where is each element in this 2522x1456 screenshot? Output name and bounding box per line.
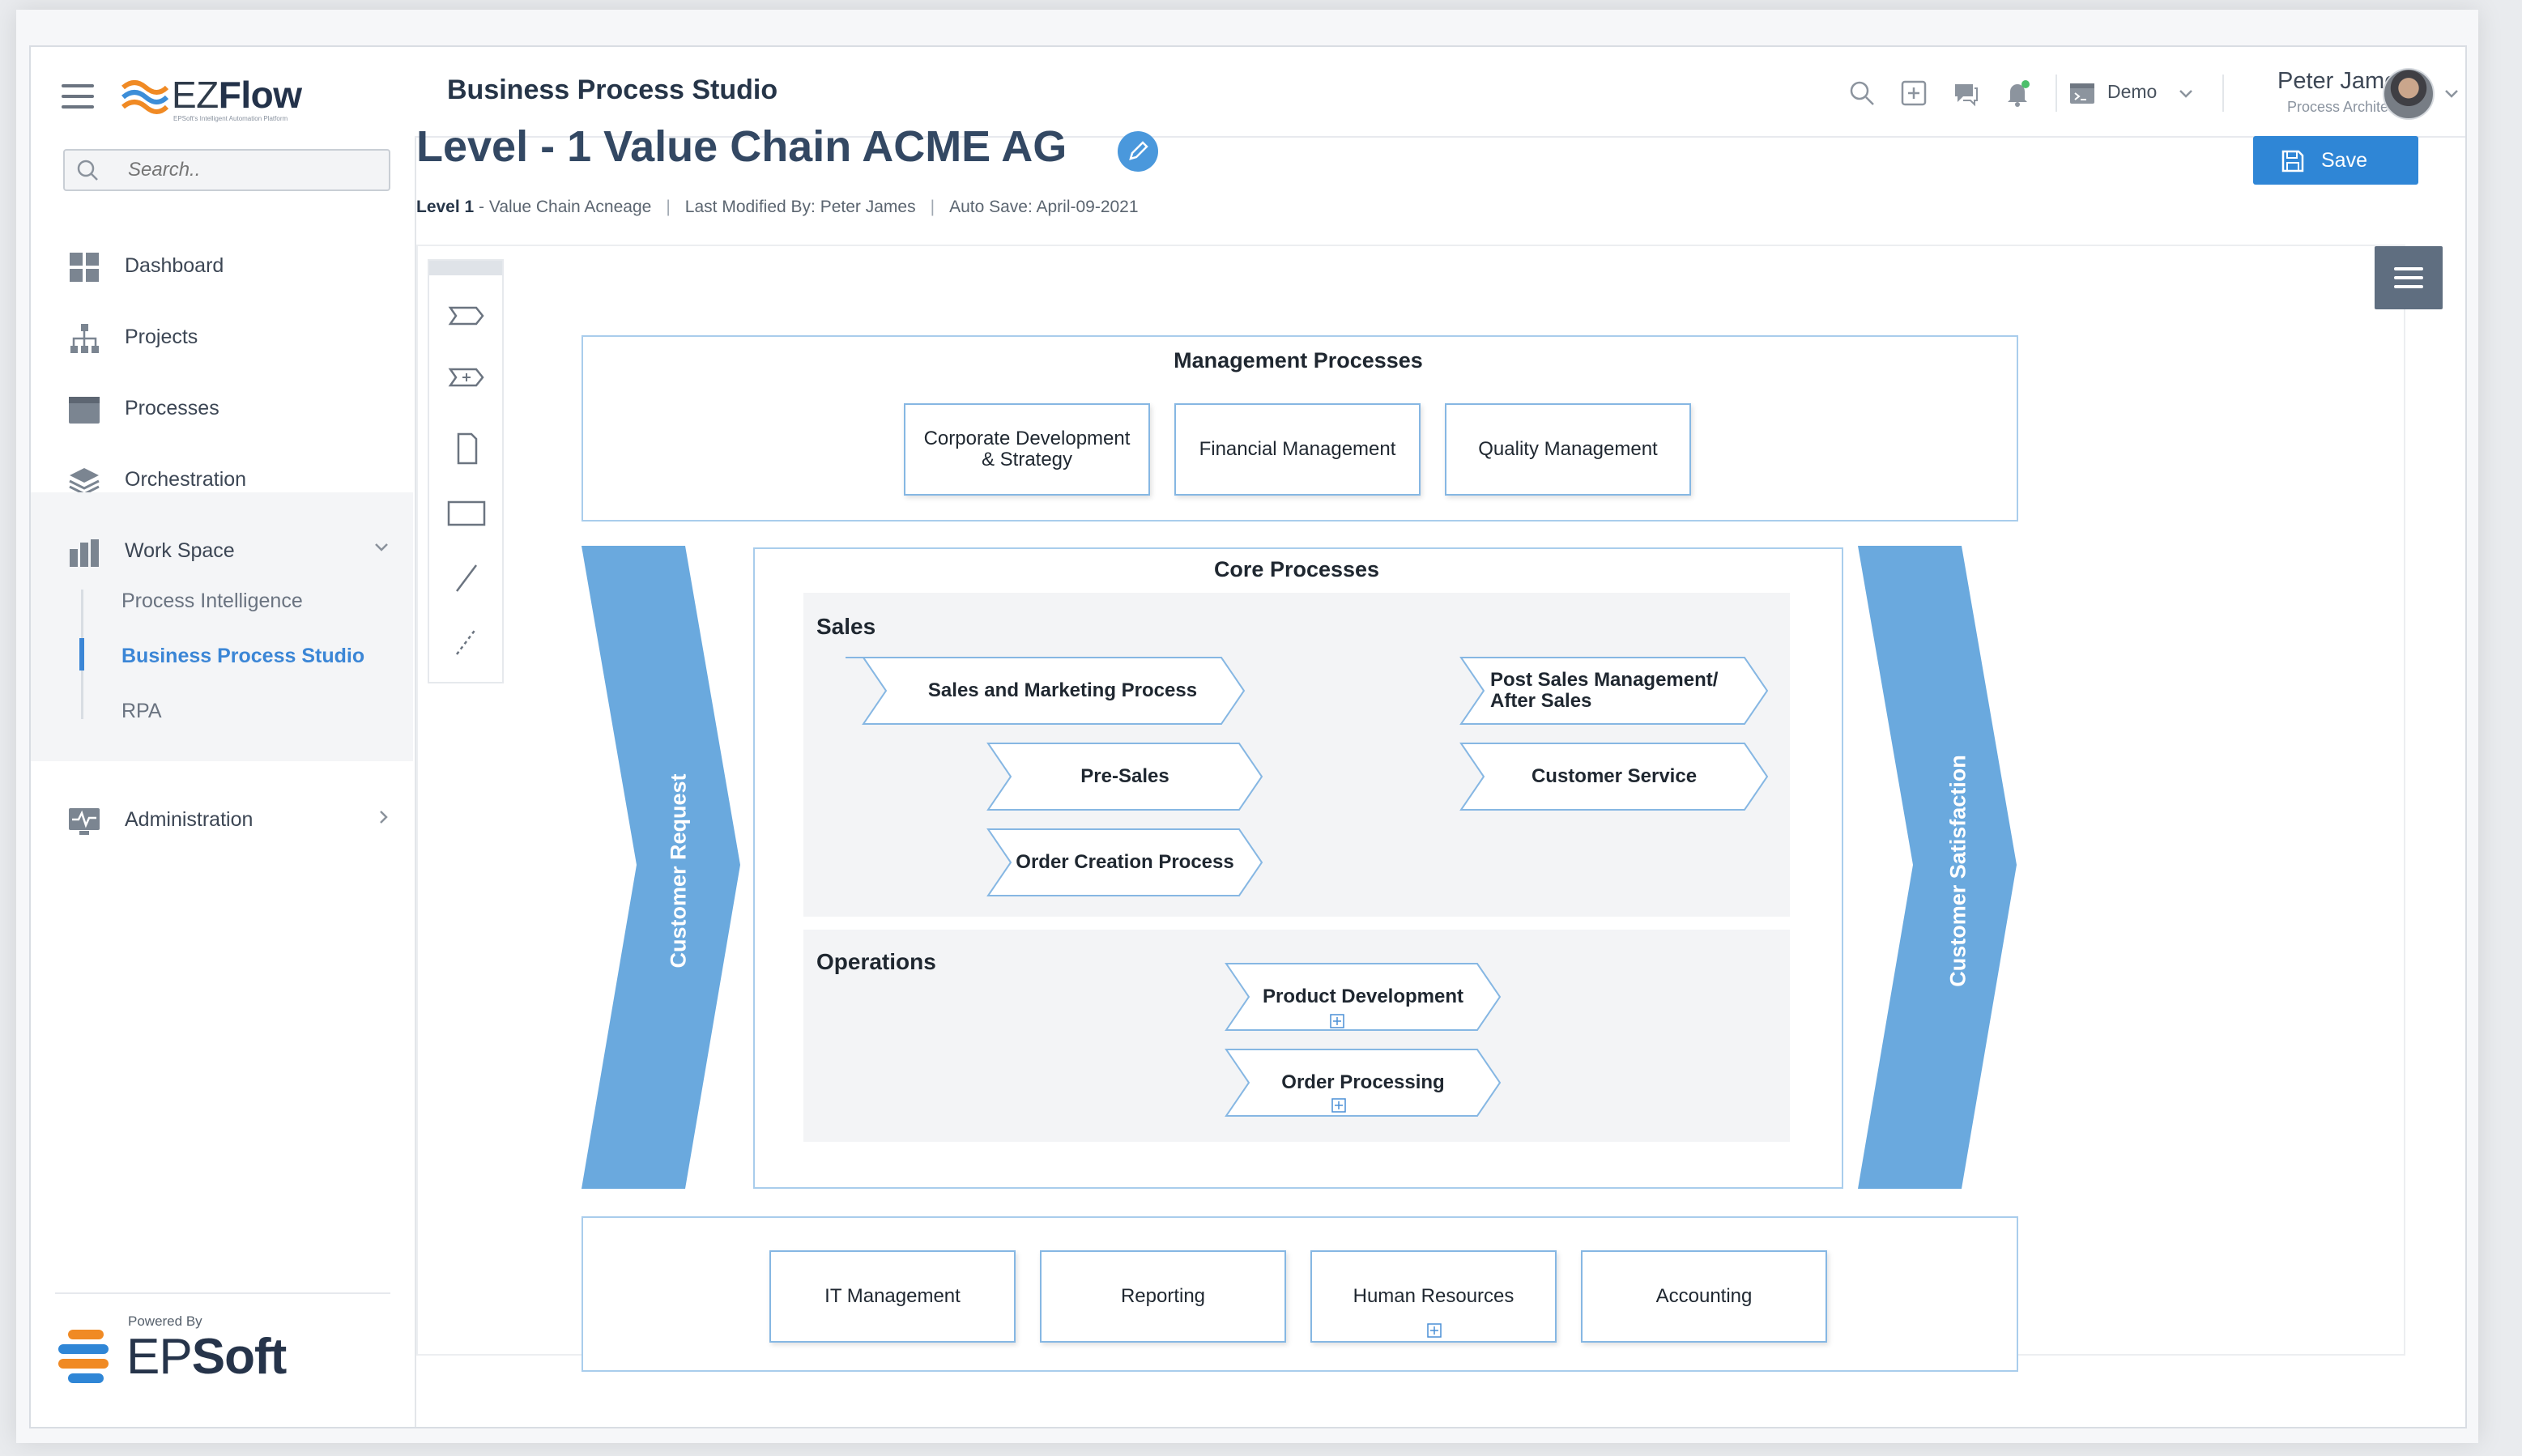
chat-icon[interactable]: [1952, 79, 1979, 107]
expand-subprocess-icon[interactable]: [1427, 1323, 1442, 1338]
logo-tagline: EPSoft's Intelligent Automation Platform: [173, 115, 288, 122]
expand-subprocess-icon[interactable]: [1330, 1014, 1344, 1028]
terminal-icon: [2070, 83, 2094, 104]
sidebar-item-label: Administration: [125, 808, 253, 831]
sidebar: EZFlow EPSoft's Intelligent Automation P…: [31, 47, 416, 1427]
chevron-down-icon[interactable]: [374, 543, 389, 552]
process-box[interactable]: Corporate Development & Strategy: [904, 403, 1150, 496]
divider: [55, 1292, 390, 1294]
search-input[interactable]: [126, 158, 373, 182]
shape-toolbox: [428, 259, 504, 683]
chevron-down-icon[interactable]: [2444, 89, 2459, 99]
edit-title-button[interactable]: [1118, 131, 1158, 172]
sidebar-item-label: Projects: [125, 326, 198, 348]
chevron-right-icon[interactable]: [379, 810, 389, 824]
process-label: Order Processing: [1281, 1071, 1445, 1093]
sidebar-item-label: Dashboard: [125, 254, 224, 277]
process-box[interactable]: Financial Management: [1174, 403, 1421, 496]
process-label: Pre-Sales: [1080, 765, 1169, 787]
customer-satisfaction-arrow[interactable]: [1858, 546, 2017, 1189]
search-box[interactable]: [63, 149, 390, 191]
powered-by-label: Powered By: [128, 1313, 202, 1329]
expand-subprocess-icon[interactable]: [1331, 1098, 1346, 1113]
page-meta: Level 1 - Value Chain Acneage | Last Modif…: [416, 198, 1139, 216]
epsoft-mark-icon: [58, 1330, 109, 1383]
process-label: Product Development: [1262, 986, 1464, 1007]
sidebar-item-workspace[interactable]: Work Space: [31, 522, 413, 578]
process-box[interactable]: Accounting: [1581, 1250, 1827, 1343]
customer-request-label: Customer Request: [666, 773, 691, 969]
customer-satisfaction-label: Customer Satisfaction: [1945, 755, 1970, 987]
floppy-disk-icon: [2281, 150, 2304, 172]
dashed-line-tool-icon[interactable]: [447, 625, 486, 658]
operations-group-title: Operations: [816, 949, 936, 974]
app-title: Business Process Studio: [447, 75, 778, 105]
sidebar-item-administration[interactable]: Administration: [31, 790, 413, 847]
process-label: Sales and Marketing Process: [927, 679, 1198, 701]
add-square-icon[interactable]: [1900, 79, 1928, 107]
epsoft-wordmark: EPSoft: [126, 1329, 287, 1385]
hierarchy-icon: [70, 324, 99, 353]
save-label: Save: [2321, 149, 2367, 172]
management-processes-title: Management Processes: [1174, 348, 1423, 373]
line-tool-icon[interactable]: [447, 562, 486, 594]
canvas-menu-button[interactable]: [2375, 246, 2443, 309]
bell-icon[interactable]: [2004, 79, 2031, 107]
sidebar-item-label: Work Space: [125, 539, 235, 562]
avatar[interactable]: [2383, 68, 2435, 120]
document-tool-icon[interactable]: [447, 432, 486, 465]
process-label: Order Creation Process: [1016, 851, 1234, 873]
process-box[interactable]: Quality Management: [1445, 403, 1691, 496]
submenu-active-marker: [79, 638, 84, 671]
sidebar-subitem-rpa[interactable]: RPA: [121, 700, 162, 723]
hamburger-menu-icon[interactable]: [62, 84, 94, 112]
workspace-icon: [70, 539, 99, 567]
header-divider: [2056, 75, 2057, 112]
search-icon: [77, 160, 98, 181]
logo-wordmark: EZFlow: [172, 74, 302, 116]
chevron-plus-tool-icon[interactable]: [447, 361, 486, 394]
sidebar-item-label: Orchestration: [125, 468, 247, 491]
sidebar-item-processes[interactable]: Processes: [31, 379, 413, 436]
customer-request-arrow[interactable]: [582, 546, 740, 1189]
header-divider: [2222, 75, 2224, 112]
sidebar-subitem-process-intelligence[interactable]: Process Intelligence: [121, 590, 303, 613]
user-role: Process Architect: [2287, 99, 2401, 115]
meta-modified: Last Modified By: Peter James: [684, 198, 916, 216]
sales-group-title: Sales: [816, 614, 876, 639]
chevron-down-icon: [2179, 90, 2192, 98]
toolbox-drag-handle[interactable]: [429, 261, 502, 275]
page-title: Level - 1 Value Chain ACME AG: [416, 122, 1067, 171]
process-box[interactable]: IT Management: [769, 1250, 1016, 1343]
dashboard-grid-icon: [70, 253, 99, 282]
meta-level: Level 1: [416, 198, 475, 216]
sidebar-item-dashboard[interactable]: Dashboard: [31, 236, 413, 293]
core-processes-title: Core Processes: [1213, 557, 1380, 581]
search-icon[interactable]: [1848, 79, 1876, 107]
sidebar-item-projects[interactable]: Projects: [31, 308, 413, 364]
ezflow-logo[interactable]: EZFlow EPSoft's Intelligent Automation P…: [120, 70, 314, 122]
ezflow-wave-icon: [121, 80, 168, 114]
rectangle-tool-icon[interactable]: [447, 497, 486, 530]
chevron-shape-tool-icon[interactable]: [447, 300, 486, 332]
process-label: Customer Service: [1531, 765, 1698, 787]
meta-level-rest: - Value Chain Acneage: [474, 198, 652, 216]
pencil-icon: [1129, 141, 1148, 160]
save-button[interactable]: Save: [2253, 136, 2418, 185]
environment-label: Demo: [2107, 81, 2158, 102]
monitor-pulse-icon: [69, 808, 100, 835]
process-box[interactable]: Reporting: [1040, 1250, 1286, 1343]
sidebar-subitem-business-process-studio[interactable]: Business Process Studio: [121, 645, 364, 668]
browser-window-icon: [69, 397, 100, 424]
meta-autosave: Auto Save: April-09-2021: [949, 198, 1139, 216]
process-label: Post Sales Management/ After Sales: [1490, 669, 1719, 712]
sidebar-item-label: Processes: [125, 397, 219, 419]
